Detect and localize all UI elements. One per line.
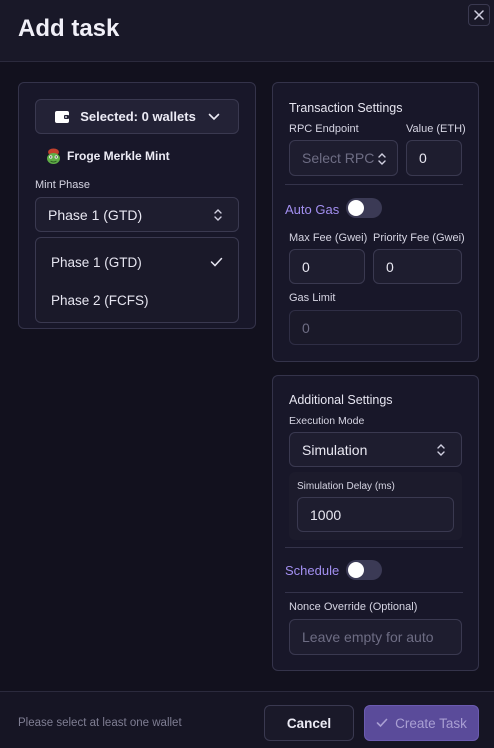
nonce-override-placeholder: Leave empty for auto <box>302 629 434 645</box>
chevron-updown-icon <box>378 153 386 165</box>
create-task-button-label: Create Task <box>395 715 467 731</box>
chevron-down-icon <box>208 113 220 120</box>
simulation-delay-label: Simulation Delay (ms) <box>297 481 395 492</box>
max-fee-input[interactable]: 0 <box>289 249 365 284</box>
toggle-knob <box>348 200 364 216</box>
cancel-button-label: Cancel <box>286 715 332 731</box>
check-icon <box>376 718 388 728</box>
simulation-delay-value: 1000 <box>310 506 342 523</box>
value-eth-value: 0 <box>419 150 427 166</box>
schedule-toggle[interactable] <box>346 560 382 580</box>
mint-phase-option[interactable]: Phase 1 (GTD) <box>36 243 238 281</box>
schedule-label: Schedule <box>285 563 340 578</box>
footer-hint: Please select at least one wallet <box>18 717 182 729</box>
value-eth-input[interactable]: 0 <box>406 140 462 176</box>
cancel-button[interactable]: Cancel <box>264 705 354 741</box>
execution-mode-select[interactable]: Simulation <box>289 432 462 467</box>
gas-limit-label: Gas Limit <box>289 292 336 304</box>
priority-fee-value: 0 <box>386 258 394 275</box>
wallet-selector[interactable]: Selected: 0 wallets <box>35 99 239 134</box>
priority-fee-label: Priority Fee (Gwei) <box>373 232 465 244</box>
rpc-endpoint-select[interactable]: Select RPC <box>289 140 398 176</box>
mint-phase-option-label: Phase 1 (GTD) <box>51 254 142 270</box>
close-button[interactable] <box>468 4 490 26</box>
rpc-endpoint-label: RPC Endpoint <box>289 123 359 135</box>
mint-phase-option[interactable]: Phase 2 (FCFS) <box>36 281 238 319</box>
priority-fee-input[interactable]: 0 <box>373 249 462 284</box>
divider <box>285 592 463 593</box>
create-task-button[interactable]: Create Task <box>364 705 479 741</box>
mint-phase-selected: Phase 1 (GTD) <box>48 206 143 223</box>
chevron-updown-icon <box>437 444 445 456</box>
simulation-delay-input[interactable]: 1000 <box>297 497 454 532</box>
auto-gas-label: Auto Gas <box>285 202 340 217</box>
auto-gas-toggle[interactable] <box>346 198 382 218</box>
project-row: Froge Merkle Mint <box>46 147 170 165</box>
transaction-settings-title: Transaction Settings <box>289 101 403 115</box>
toggle-knob <box>348 562 364 578</box>
chevron-updown-icon <box>214 209 222 221</box>
max-fee-label: Max Fee (Gwei) <box>289 232 368 244</box>
gas-limit-input[interactable]: 0 <box>289 310 462 345</box>
mint-phase-label: Mint Phase <box>35 179 91 191</box>
nonce-override-input[interactable]: Leave empty for auto <box>289 619 462 655</box>
check-icon <box>210 257 223 267</box>
execution-mode-label: Execution Mode <box>289 415 365 427</box>
project-name: Froge Merkle Mint <box>67 149 170 163</box>
additional-settings-title: Additional Settings <box>289 393 393 407</box>
divider <box>285 184 463 185</box>
mint-phase-dropdown: Phase 1 (GTD) Phase 2 (FCFS) <box>35 237 239 323</box>
close-icon <box>474 10 484 20</box>
modal-header: Add task <box>0 0 494 62</box>
rpc-endpoint-placeholder: Select RPC <box>302 150 375 166</box>
mint-phase-select[interactable]: Phase 1 (GTD) <box>35 197 239 232</box>
divider <box>285 547 463 548</box>
nonce-override-label: Nonce Override (Optional) <box>289 601 418 613</box>
value-eth-label: Value (ETH) <box>406 123 466 135</box>
wallet-icon <box>55 110 70 123</box>
add-task-modal: Add task Selected: 0 wallets Froge Merkl… <box>0 0 494 748</box>
gas-limit-placeholder: 0 <box>302 319 310 336</box>
wallet-selector-label: Selected: 0 wallets <box>80 109 196 124</box>
modal-title: Add task <box>18 15 120 42</box>
execution-mode-selected: Simulation <box>302 441 368 458</box>
mint-phase-option-label: Phase 2 (FCFS) <box>51 292 149 308</box>
max-fee-value: 0 <box>302 258 310 275</box>
froge-avatar-icon <box>47 148 60 164</box>
